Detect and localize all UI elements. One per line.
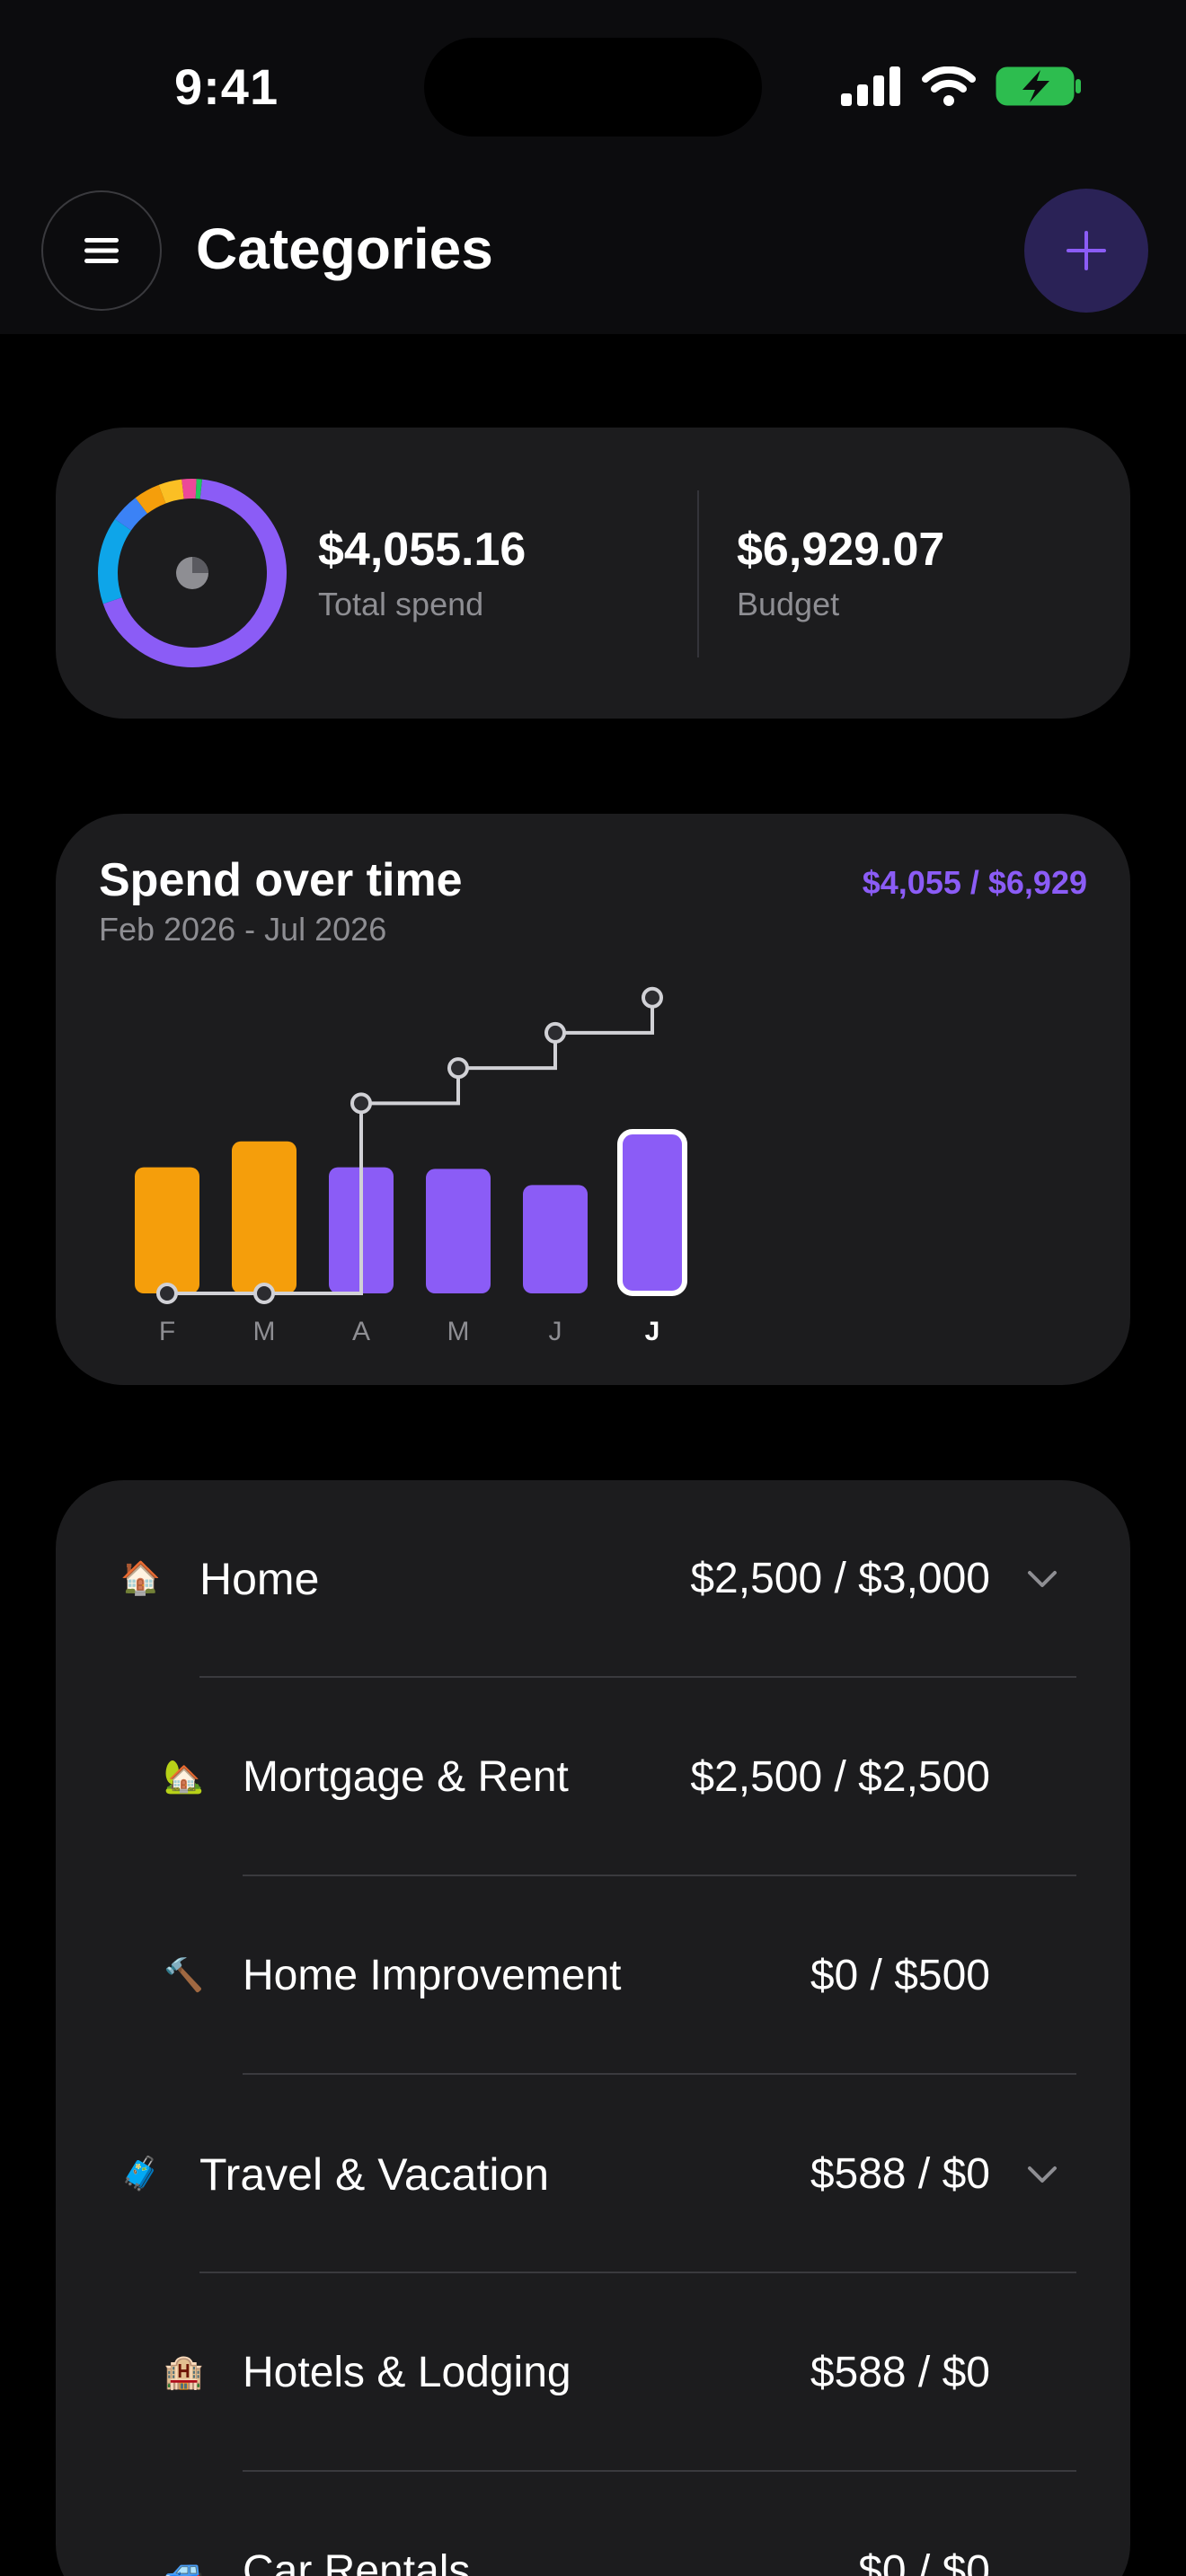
category-emoji-icon: 🧳 bbox=[120, 2156, 161, 2192]
chart-x-tick-label: J bbox=[549, 1317, 562, 1346]
chart-x-tick-label: M bbox=[447, 1317, 470, 1346]
category-amount: $2,500 / $3,000 bbox=[690, 1555, 990, 1602]
category-list: 🏠 Home $2,500 / $3,000 🏡 Mortgage & Rent $2,5… bbox=[56, 1480, 1130, 2576]
chart-bar[interactable] bbox=[426, 1169, 491, 1293]
top-bar: 9:41 Categories bbox=[0, 0, 1186, 334]
category-amount: $588 / $0 bbox=[810, 2150, 990, 2198]
category-row[interactable]: 🏠 Home $2,500 / $3,000 bbox=[56, 1480, 1130, 1678]
category-name: Home Improvement bbox=[243, 1952, 622, 1999]
category-emoji-icon: 🏨 bbox=[164, 2354, 204, 2391]
chevron-down-icon[interactable] bbox=[1026, 1563, 1058, 1595]
category-donut-chart bbox=[98, 479, 287, 667]
pie-chart-icon bbox=[176, 557, 208, 589]
category-name: Hotels & Lodging bbox=[243, 2349, 571, 2396]
category-amount: $588 / $0 bbox=[810, 2349, 990, 2396]
row-divider bbox=[243, 1875, 1076, 1876]
chart-bar[interactable] bbox=[232, 1141, 296, 1293]
page-title: Categories bbox=[196, 216, 493, 281]
category-emoji-icon: 🏠 bbox=[120, 1560, 161, 1597]
row-divider bbox=[199, 2272, 1076, 2273]
row-divider bbox=[243, 2470, 1076, 2472]
wifi-icon bbox=[922, 66, 976, 106]
row-divider bbox=[199, 1676, 1076, 1678]
category-name: Home bbox=[199, 1554, 320, 1604]
category-amount: $0 / $0 bbox=[858, 2547, 990, 2576]
spend-bar-chart[interactable]: FMAMJJ bbox=[56, 814, 1130, 1385]
category-emoji-icon: 🔨 bbox=[164, 1957, 204, 1994]
category-emoji-icon: 🏡 bbox=[164, 1759, 204, 1795]
category-emoji-icon: 🚙 bbox=[164, 2553, 204, 2576]
category-name: Mortgage & Rent bbox=[243, 1753, 569, 1801]
total-spend-label: Total spend bbox=[318, 586, 484, 622]
add-category-button[interactable] bbox=[1024, 189, 1148, 313]
chevron-down-icon[interactable] bbox=[1026, 2158, 1058, 2191]
cellular-signal-icon bbox=[841, 66, 900, 106]
chart-x-tick-label: M bbox=[253, 1317, 276, 1346]
category-amount: $0 / $500 bbox=[810, 1952, 990, 1999]
chart-bar[interactable] bbox=[523, 1185, 588, 1293]
category-row[interactable]: 🧳 Travel & Vacation $588 / $0 bbox=[56, 2076, 1130, 2273]
cumulative-point bbox=[350, 1092, 372, 1115]
status-icons bbox=[839, 63, 1082, 110]
category-amount: $2,500 / $2,500 bbox=[690, 1753, 990, 1801]
chart-x-tick-label: F bbox=[159, 1317, 175, 1346]
cumulative-point bbox=[447, 1057, 469, 1080]
subcategory-row[interactable]: 🏡 Mortgage & Rent $2,500 / $2,500 bbox=[56, 1679, 1130, 1876]
cumulative-point bbox=[156, 1283, 178, 1304]
battery-charging-icon bbox=[996, 66, 1081, 106]
category-name: Car Rentals bbox=[243, 2547, 471, 2576]
status-time: 9:41 bbox=[174, 58, 279, 115]
chart-bar[interactable] bbox=[135, 1167, 199, 1293]
subcategory-row[interactable]: 🚙 Car Rentals $0 / $0 bbox=[56, 2473, 1130, 2576]
row-divider bbox=[243, 2073, 1076, 2075]
budget-label: Budget bbox=[737, 586, 840, 622]
chart-x-tick-label: J bbox=[645, 1317, 660, 1346]
cumulative-point bbox=[642, 986, 663, 1009]
spend-summary-card[interactable]: $4,055.16 Total spend $6,929.07 Budget bbox=[56, 428, 1130, 719]
spend-over-time-card[interactable]: Spend over time Feb 2026 - Jul 2026 $4,0… bbox=[56, 814, 1130, 1385]
menu-button[interactable] bbox=[41, 190, 162, 311]
plus-icon bbox=[1067, 231, 1106, 270]
budget-amount: $6,929.07 bbox=[737, 524, 945, 576]
hamburger-menu-icon bbox=[84, 238, 119, 263]
cumulative-point bbox=[544, 1021, 566, 1044]
summary-divider bbox=[697, 490, 699, 657]
cumulative-point bbox=[253, 1283, 275, 1304]
total-spend-amount: $4,055.16 bbox=[318, 524, 527, 576]
chart-x-tick-label: A bbox=[352, 1317, 370, 1346]
chart-bar[interactable] bbox=[617, 1129, 687, 1296]
dynamic-island bbox=[424, 38, 762, 137]
subcategory-row[interactable]: 🔨 Home Improvement $0 / $500 bbox=[56, 1877, 1130, 2075]
subcategory-row[interactable]: 🏨 Hotels & Lodging $588 / $0 bbox=[56, 2274, 1130, 2472]
category-name: Travel & Vacation bbox=[199, 2149, 550, 2200]
